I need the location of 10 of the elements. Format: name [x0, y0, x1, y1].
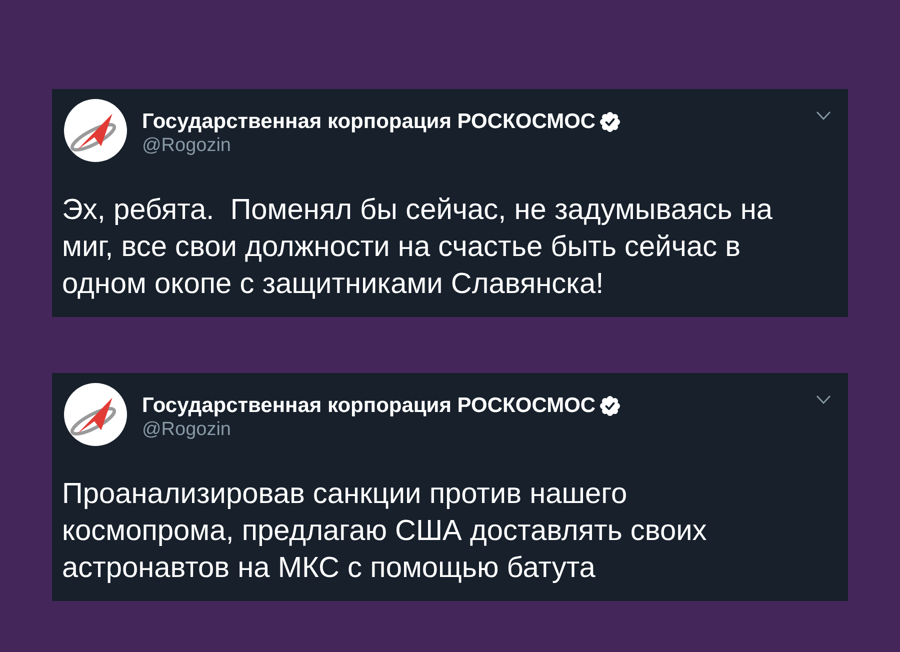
account-name: Государственная корпорация РОСКОСМОС	[142, 110, 596, 134]
account-name: Государственная корпорация РОСКОСМОС	[142, 394, 596, 418]
tweet-text: Проанализировав санкции против нашего космопрома, предлагаю США доставлять своих астронавтов на МКС с помощью батута	[62, 477, 708, 586]
chevron-down-icon[interactable]	[816, 111, 831, 120]
arrow-orbit-logo-icon	[64, 383, 127, 446]
tweet-text: Эх, ребята. Поменял бы сейчас, не задумываясь на миг, все свои должности на счастье быть сейчас в одном окопе с защитниками Славянска!	[62, 193, 774, 302]
account-handle: @Rogozin	[142, 419, 232, 441]
arrow-orbit-logo-icon	[64, 99, 127, 162]
account-handle: @Rogozin	[142, 135, 232, 157]
chevron-down-icon[interactable]	[816, 395, 831, 404]
